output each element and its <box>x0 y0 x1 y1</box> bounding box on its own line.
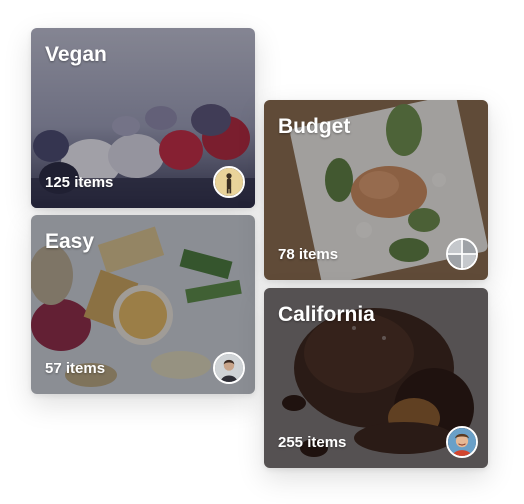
item-count: 57 items <box>45 360 106 377</box>
user-avatar[interactable] <box>213 166 245 198</box>
item-count: 78 items <box>278 246 339 263</box>
card-title: Vegan <box>45 43 107 66</box>
category-card-vegan[interactable]: Vegan 125 items <box>31 28 255 208</box>
card-title: Budget <box>278 115 351 138</box>
category-card-easy[interactable]: Easy 57 items <box>31 215 255 394</box>
card-title: Easy <box>45 230 95 253</box>
item-count: 255 items <box>278 434 347 451</box>
item-count: 125 items <box>45 174 114 191</box>
user-avatar[interactable] <box>213 352 245 384</box>
card-title: California <box>278 303 375 326</box>
user-avatar[interactable] <box>446 426 478 458</box>
user-avatar[interactable] <box>446 238 478 270</box>
category-card-california[interactable]: California 255 items <box>264 288 488 468</box>
category-card-budget[interactable]: Budget 78 items <box>264 100 488 280</box>
